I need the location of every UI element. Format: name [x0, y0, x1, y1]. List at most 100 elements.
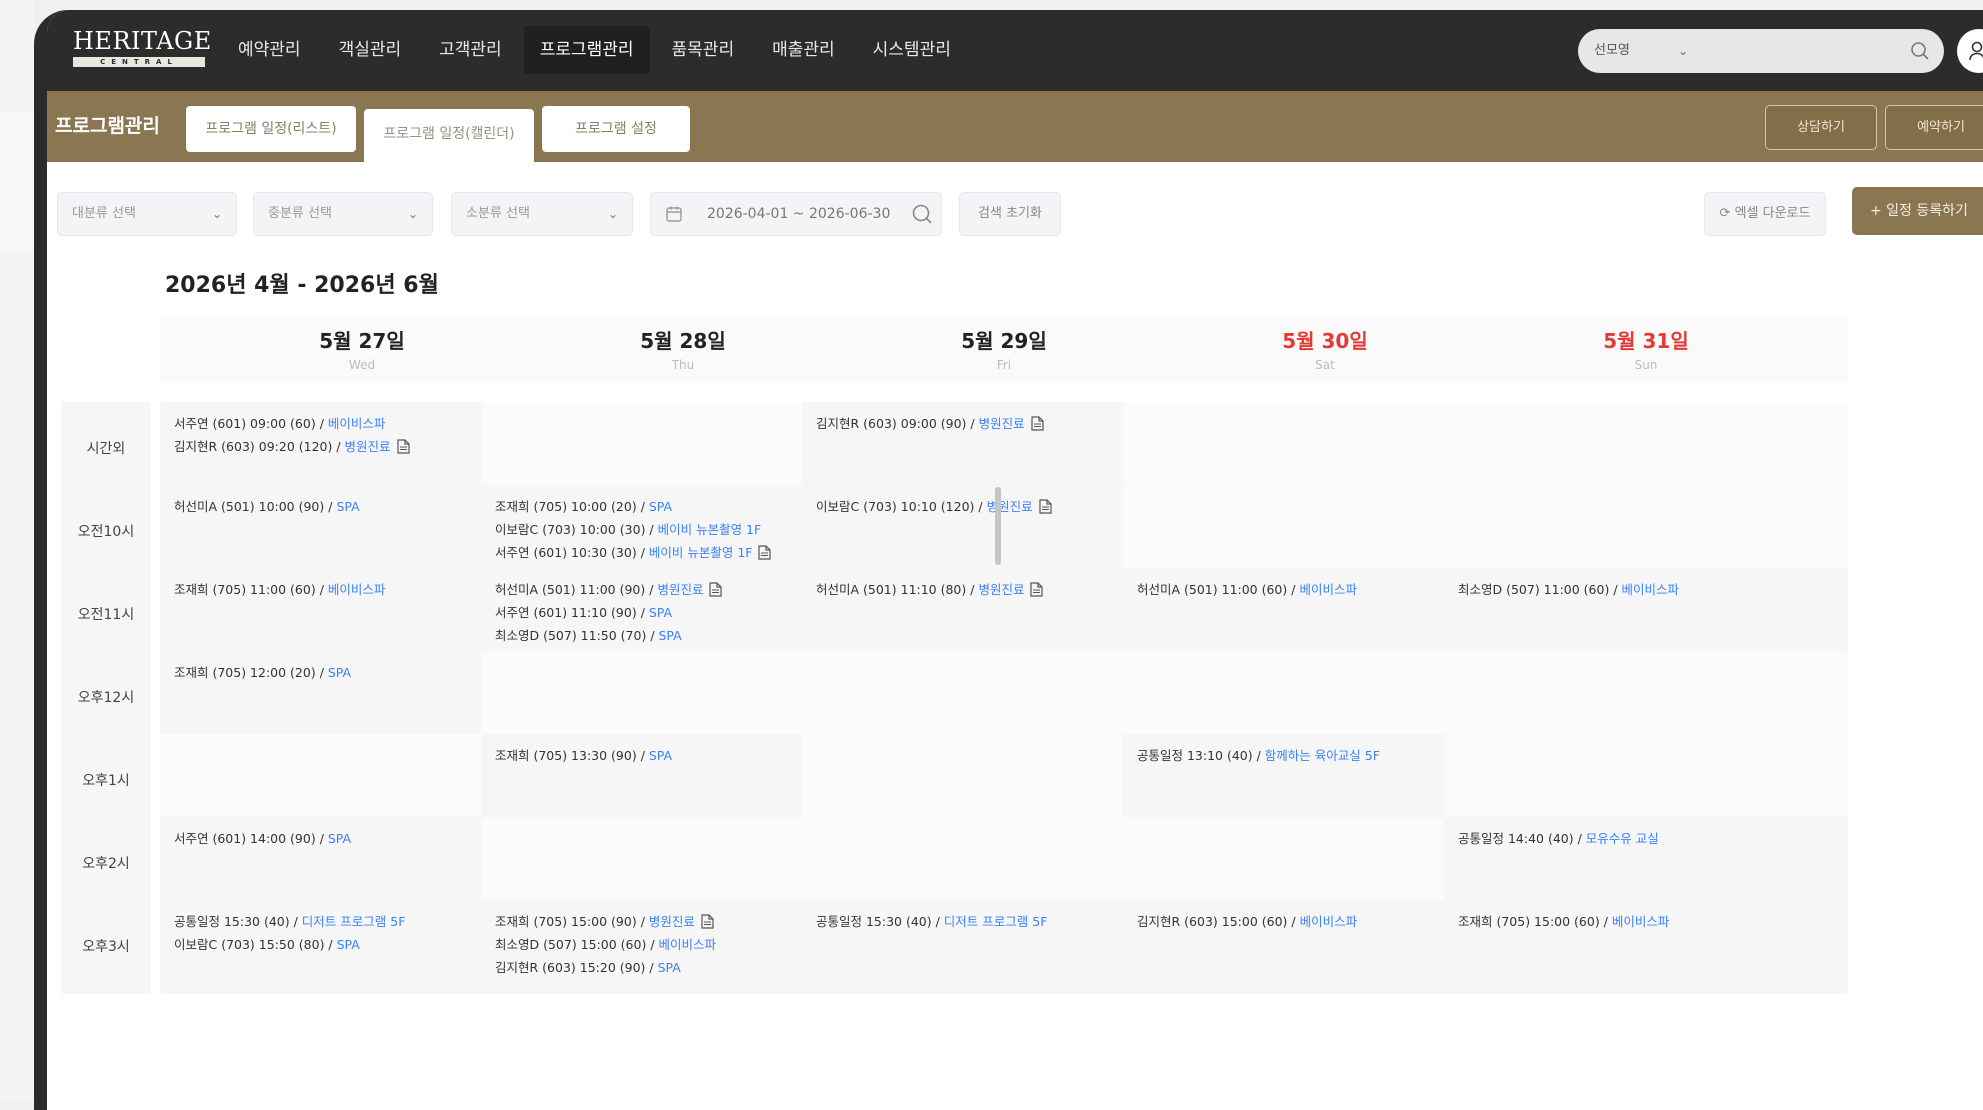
- schedule-event[interactable]: 허선미A (501) 11:10 (80) / 병원진료: [816, 582, 1044, 598]
- schedule-event[interactable]: 허선미A (501) 11:00 (90) / 병원진료: [495, 582, 723, 598]
- event-program-link[interactable]: 병원진료: [657, 582, 703, 597]
- calendar-cell[interactable]: 최소영D (507) 11:00 (60) / 베이비스파: [1444, 568, 1848, 662]
- event-program-link[interactable]: 함께하는 육아교실 5F: [1265, 748, 1380, 763]
- search-icon[interactable]: [911, 203, 933, 225]
- reserve-button[interactable]: 예약하기: [1885, 105, 1983, 150]
- nav-item-0[interactable]: 예약관리: [222, 26, 317, 74]
- event-program-link[interactable]: 병원진료: [978, 582, 1024, 597]
- calendar-cell[interactable]: [1444, 402, 1848, 496]
- schedule-event[interactable]: 김지현R (603) 15:00 (60) / 베이비스파: [1137, 914, 1357, 930]
- event-text: 조재희 (705) 13:30 (90) /: [495, 748, 649, 763]
- tab-schedule-calendar[interactable]: 프로그램 일정(캘린더): [364, 109, 534, 162]
- search-select[interactable]: 선모영: [1594, 29, 1630, 73]
- event-text: 공통일정 13:10 (40) /: [1137, 748, 1265, 763]
- document-icon[interactable]: [709, 582, 723, 597]
- search-box[interactable]: 선모영 ⌄: [1578, 29, 1944, 73]
- schedule-event[interactable]: 조재희 (705) 13:30 (90) / SPA: [495, 748, 672, 764]
- event-program-link[interactable]: SPA: [659, 628, 682, 643]
- event-program-link[interactable]: 베이비스파: [1299, 582, 1357, 597]
- schedule-event[interactable]: 이보람C (703) 15:50 (80) / SPA: [174, 937, 360, 953]
- event-program-link[interactable]: SPA: [649, 748, 672, 763]
- calendar-cell[interactable]: 공통일정 14:40 (40) / 모유수유 교실: [1444, 817, 1848, 911]
- category-major-select[interactable]: 대분류 선택 ⌄: [57, 192, 237, 236]
- refresh-icon: ⟳: [1719, 206, 1731, 221]
- category-mid-select[interactable]: 중분류 선택 ⌄: [253, 192, 433, 236]
- schedule-event[interactable]: 조재희 (705) 12:00 (20) / SPA: [174, 665, 351, 681]
- category-minor-label: 소분류 선택: [466, 206, 530, 221]
- event-program-link[interactable]: 병원진료: [649, 914, 695, 929]
- document-icon[interactable]: [1030, 416, 1044, 431]
- document-icon[interactable]: [758, 545, 772, 560]
- schedule-event[interactable]: 최소영D (507) 11:00 (60) / 베이비스파: [1458, 582, 1679, 598]
- nav-item-3[interactable]: 프로그램관리: [523, 26, 650, 74]
- tab-program-settings[interactable]: 프로그램 설정: [542, 106, 690, 152]
- schedule-event[interactable]: 최소영D (507) 15:00 (60) / 베이비스파: [495, 937, 716, 953]
- schedule-event[interactable]: 서주연 (601) 09:00 (60) / 베이비스파: [174, 416, 385, 432]
- event-program-link[interactable]: 베이비스파: [1622, 582, 1680, 597]
- schedule-event[interactable]: 조재희 (705) 15:00 (90) / 병원진료: [495, 914, 714, 930]
- nav-item-2[interactable]: 고객관리: [423, 26, 518, 74]
- nav-item-1[interactable]: 객실관리: [323, 26, 418, 74]
- register-schedule-button[interactable]: + 일정 등록하기: [1852, 187, 1983, 235]
- event-program-link[interactable]: SPA: [649, 499, 672, 514]
- event-program-link[interactable]: SPA: [328, 665, 351, 680]
- event-program-link[interactable]: SPA: [658, 960, 681, 975]
- event-program-link[interactable]: 베이비스파: [328, 416, 386, 431]
- nav-item-5[interactable]: 매출관리: [756, 26, 851, 74]
- event-program-link[interactable]: 디저트 프로그램 5F: [944, 914, 1048, 929]
- event-program-link[interactable]: 모유수유 교실: [1586, 831, 1659, 846]
- schedule-event[interactable]: 공통일정 15:30 (40) / 디저트 프로그램 5F: [816, 914, 1047, 930]
- schedule-event[interactable]: 공통일정 13:10 (40) / 함께하는 육아교실 5F: [1137, 748, 1380, 764]
- event-program-link[interactable]: 베이비스파: [1612, 914, 1670, 929]
- schedule-event[interactable]: 서주연 (601) 10:30 (30) / 베이비 뉴본촬영 1F: [495, 545, 772, 561]
- logo[interactable]: HERITAGE CENTRAL: [73, 28, 211, 67]
- event-program-link[interactable]: 병원진료: [345, 439, 391, 454]
- event-program-link[interactable]: 베이비스파: [1300, 914, 1358, 929]
- event-program-link[interactable]: SPA: [336, 499, 359, 514]
- document-icon[interactable]: [701, 914, 714, 929]
- tab-schedule-list[interactable]: 프로그램 일정(리스트): [186, 106, 356, 152]
- schedule-event[interactable]: 조재희 (705) 15:00 (60) / 베이비스파: [1458, 914, 1669, 930]
- event-program-link[interactable]: SPA: [328, 831, 351, 846]
- schedule-event[interactable]: 조재희 (705) 10:00 (20) / SPA: [495, 499, 672, 515]
- schedule-event[interactable]: 서주연 (601) 14:00 (90) / SPA: [174, 831, 351, 847]
- schedule-event[interactable]: 최소영D (507) 11:50 (70) / SPA: [495, 628, 682, 644]
- document-icon[interactable]: [1038, 499, 1052, 514]
- search-icon[interactable]: [1910, 41, 1930, 61]
- schedule-event[interactable]: 이보람C (703) 10:00 (30) / 베이비 뉴본촬영 1F: [495, 522, 761, 538]
- calendar-cell[interactable]: [1444, 651, 1848, 745]
- nav-item-4[interactable]: 품목관리: [656, 26, 751, 74]
- event-program-link[interactable]: SPA: [337, 937, 360, 952]
- schedule-event[interactable]: 서주연 (601) 11:10 (90) / SPA: [495, 605, 672, 621]
- event-program-link[interactable]: 베이비스파: [328, 582, 386, 597]
- document-icon[interactable]: [396, 439, 410, 454]
- excel-download-button[interactable]: ⟳ 엑셀 다운로드: [1704, 192, 1826, 236]
- event-program-link[interactable]: 베이비스파: [659, 937, 717, 952]
- category-minor-select[interactable]: 소분류 선택 ⌄: [451, 192, 633, 236]
- schedule-event[interactable]: 김지현R (603) 15:20 (90) / SPA: [495, 960, 681, 976]
- calendar-cell[interactable]: [1444, 734, 1848, 828]
- calendar-cell[interactable]: [1444, 485, 1848, 579]
- schedule-event[interactable]: 허선미A (501) 10:00 (90) / SPA: [174, 499, 360, 515]
- schedule-event[interactable]: 조재희 (705) 11:00 (60) / 베이비스파: [174, 582, 385, 598]
- document-icon[interactable]: [1030, 582, 1044, 597]
- event-program-link[interactable]: SPA: [649, 605, 672, 620]
- cell-scrollbar[interactable]: [995, 487, 1001, 565]
- calendar-cell[interactable]: 조재희 (705) 15:00 (60) / 베이비스파: [1444, 900, 1848, 994]
- schedule-event[interactable]: 김지현R (603) 09:00 (90) / 병원진료: [816, 416, 1044, 432]
- schedule-event[interactable]: 공통일정 15:30 (40) / 디저트 프로그램 5F: [174, 914, 405, 930]
- schedule-event[interactable]: 이보람C (703) 10:10 (120) / 병원진료: [816, 499, 1052, 515]
- schedule-event[interactable]: 김지현R (603) 09:20 (120) / 병원진료: [174, 439, 410, 455]
- schedule-event[interactable]: 허선미A (501) 11:00 (60) / 베이비스파: [1137, 582, 1357, 598]
- event-program-link[interactable]: 병원진료: [979, 416, 1025, 431]
- nav-item-6[interactable]: 시스템관리: [857, 26, 967, 74]
- event-program-link[interactable]: 베이비 뉴본촬영 1F: [658, 522, 762, 537]
- user-icon[interactable]: [1957, 29, 1983, 73]
- event-program-link[interactable]: 병원진료: [987, 499, 1033, 514]
- consult-button[interactable]: 상담하기: [1765, 105, 1877, 150]
- date-range-picker[interactable]: 2026-04-01 ~ 2026-06-30: [650, 192, 942, 236]
- schedule-event[interactable]: 공통일정 14:40 (40) / 모유수유 교실: [1458, 831, 1659, 847]
- event-program-link[interactable]: 디저트 프로그램 5F: [302, 914, 406, 929]
- reset-search-button[interactable]: 검색 초기화: [959, 192, 1061, 236]
- event-program-link[interactable]: 베이비 뉴본촬영 1F: [649, 545, 753, 560]
